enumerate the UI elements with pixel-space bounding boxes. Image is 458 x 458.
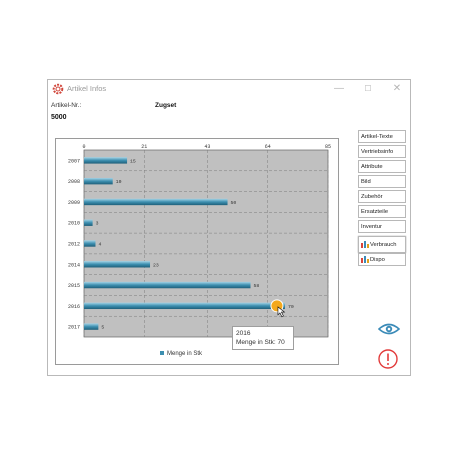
bar <box>84 323 99 330</box>
x-tick-label: 64 <box>265 144 271 150</box>
x-tick-label: 43 <box>204 144 210 150</box>
tooltip-year: 2016 <box>236 330 251 337</box>
y-tick-label: 2017 <box>68 325 80 331</box>
bar-chart-icon <box>361 256 369 264</box>
y-tick-label: 2009 <box>68 200 80 206</box>
tab-ersatzteile[interactable]: Ersatzteile <box>358 205 406 218</box>
tab-inventur[interactable]: Inventur <box>358 220 406 233</box>
tab-zubehör[interactable]: Zubehör <box>358 190 406 203</box>
tab-label: Zubehör <box>361 194 383 200</box>
tab-label: Dispo <box>370 257 385 263</box>
tab-label: Ersatzteile <box>361 209 389 215</box>
legend-label: Menge in Stk <box>167 351 203 357</box>
data-label: 15 <box>130 158 136 164</box>
y-tick-label: 2008 <box>68 179 80 185</box>
legend-swatch <box>160 351 164 355</box>
data-label: 4 <box>98 242 101 248</box>
tab-bild[interactable]: Bild <box>358 175 406 188</box>
tab-label: Bild <box>361 179 371 185</box>
data-label: 23 <box>153 262 159 268</box>
y-tick-label: 2015 <box>68 283 80 289</box>
tab-label: Inventur <box>361 224 382 230</box>
maximize-button[interactable]: ☐ <box>360 82 376 96</box>
minimize-button[interactable]: — <box>331 82 347 96</box>
data-label: 70 <box>288 304 294 310</box>
tab-artikel-texte[interactable]: Artikel-Texte <box>358 130 406 143</box>
bar <box>84 240 96 247</box>
consumption-chart: 0 21 43 64 85 2007 15 2008 10 2009 50 2010 3 2012 4 201… <box>68 144 331 357</box>
bar <box>84 157 128 164</box>
close-button[interactable]: ✕ <box>389 82 405 96</box>
data-label: 3 <box>96 221 99 227</box>
tab-label: Verbrauch <box>370 242 397 248</box>
tab-vertriebsinfo[interactable]: Vertriebsinfo <box>358 145 406 158</box>
bar <box>84 198 228 206</box>
stop-icon[interactable] <box>377 348 399 370</box>
y-tick-label: 2010 <box>68 221 80 227</box>
data-label: 50 <box>231 200 237 206</box>
bar <box>84 261 151 268</box>
article-name: Zugset <box>155 102 177 109</box>
article-number-label: Artikel-Nr.: <box>51 102 82 109</box>
bar <box>84 177 113 185</box>
tooltip-value: Menge in Stk: 70 <box>236 339 285 346</box>
x-tick-label: 0 <box>82 144 85 150</box>
x-tick-label: 85 <box>325 144 331 150</box>
x-tick-label: 21 <box>141 144 147 150</box>
bar-chart-icon <box>361 241 369 249</box>
eye-icon[interactable] <box>378 322 400 336</box>
title-bar: Artikel Infos — ☐ ✕ <box>48 80 410 99</box>
data-label: 58 <box>253 283 259 289</box>
article-number-value: 5000 <box>51 114 67 121</box>
bar-tooltip: 2016 Menge in Stk: 70 <box>232 326 294 350</box>
window-title: Artikel Infos <box>67 84 107 93</box>
tab-attribute[interactable]: Attribute <box>358 160 406 173</box>
y-tick-label: 2016 <box>68 304 80 310</box>
data-label: 5 <box>101 325 104 331</box>
tab-label: Artikel-Texte <box>361 134 393 140</box>
consumption-chart-panel: 0 21 43 64 85 2007 15 2008 10 2009 50 2010 3 2012 4 201… <box>55 138 339 365</box>
bar <box>84 219 93 226</box>
bar <box>84 302 285 310</box>
y-tick-label: 2014 <box>68 262 80 268</box>
tab-verbrauch[interactable]: Verbrauch <box>358 236 406 253</box>
data-label: 10 <box>116 179 122 185</box>
tab-dispo[interactable]: Dispo <box>358 253 406 266</box>
y-tick-label: 2007 <box>68 158 80 164</box>
bar <box>84 281 251 289</box>
artikel-infos-window: Artikel Infos — ☐ ✕ Artikel-Nr.: Zugset … <box>47 79 411 376</box>
app-gear-icon <box>52 83 64 95</box>
tab-label: Attribute <box>361 164 383 170</box>
y-tick-label: 2012 <box>68 242 80 248</box>
tab-label: Vertriebsinfo <box>361 149 394 155</box>
